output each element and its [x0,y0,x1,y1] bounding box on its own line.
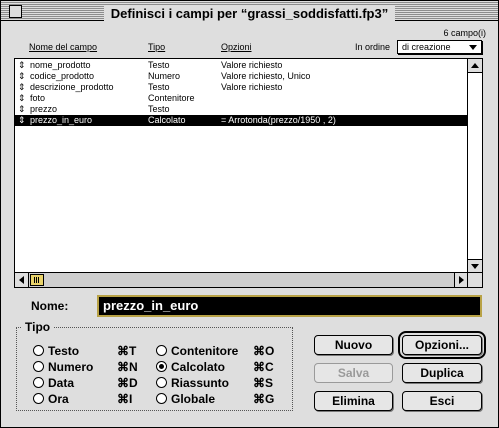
field-row[interactable]: ⇕ foto Contenitore [15,93,468,104]
field-options-cell: = Arrotonda(prezzo/1950 , 2) [221,115,336,125]
field-name-cell: prezzo_in_euro [30,115,93,125]
scroll-right-arrow[interactable] [454,273,468,287]
drag-handle-icon[interactable]: ⇕ [18,60,26,71]
exit-button[interactable]: Esci [402,391,482,411]
field-name-cell: codice_prodotto [30,71,95,81]
radio-button-selected-icon [156,361,167,372]
field-type-cell: Testo [148,82,170,92]
field-list[interactable]: ⇕ nome_prodotto Testo Valore richiesto ⇕ codi… [14,58,483,288]
scroll-thumb[interactable] [30,274,44,286]
field-name-cell: descrizione_prodotto [30,82,114,92]
sort-order-select[interactable]: di creazione [397,40,482,54]
drag-handle-icon[interactable]: ⇕ [18,104,26,115]
column-header-options[interactable]: Opzioni [221,42,252,52]
delete-button[interactable]: Elimina [314,391,393,411]
field-row[interactable]: ⇕ codice_prodotto Numero Valore richiesto, … [15,71,468,82]
field-type-cell: Contenitore [148,93,195,103]
field-name-cell: nome_prodotto [30,60,91,70]
radio-button-icon [33,361,44,372]
vertical-scrollbar[interactable] [467,59,482,273]
field-options-cell: Valore richiesto, Unico [221,71,311,81]
field-name-input[interactable]: prezzo_in_euro [97,295,482,317]
scroll-corner [467,272,482,287]
type-group-label: Tipo [22,320,54,334]
sort-label: In ordine [355,42,391,52]
field-name-value: prezzo_in_euro [103,298,199,313]
radio-button-icon [33,393,44,404]
radio-button-icon [33,345,44,356]
scroll-down-arrow[interactable] [468,259,482,273]
drag-handle-icon[interactable]: ⇕ [18,82,26,93]
window-title: Definisci i campi per “grassi_soddisfatt… [1,3,498,22]
field-row[interactable]: ⇕ nome_prodotto Testo Valore richiesto [15,60,468,71]
new-button[interactable]: Nuovo [314,335,393,355]
title-bar[interactable]: Definisci i campi per “grassi_soddisfatt… [1,1,498,21]
field-options-cell: Valore richiesto [221,82,283,92]
drag-handle-icon[interactable]: ⇕ [18,93,26,104]
field-rows: ⇕ nome_prodotto Testo Valore richiesto ⇕ codi… [15,60,468,126]
arrow-up-icon [471,63,479,68]
field-name-cell: prezzo [30,104,58,114]
radio-button-icon [33,377,44,388]
arrow-right-icon [459,276,464,284]
column-header-name[interactable]: Nome del campo [29,42,97,52]
drag-handle-icon[interactable]: ⇕ [18,115,26,126]
arrow-left-icon [19,276,24,284]
save-button[interactable]: Salva [314,363,393,383]
field-count: 6 campo(i) [443,28,486,38]
field-row[interactable]: ⇕ prezzo_in_euro Calcolato = Arrotonda(prez… [15,115,468,126]
field-type-cell: Numero [148,71,181,81]
sort-order-value: di creazione [402,42,451,52]
field-row[interactable]: ⇕ prezzo Testo [15,104,468,115]
column-header-type[interactable]: Tipo [148,42,165,52]
field-type-cell: Calcolato [148,115,186,125]
field-type-cell: Testo [148,104,170,114]
chevron-down-icon [469,45,477,50]
options-button[interactable]: Opzioni... [398,331,486,359]
duplicate-button[interactable]: Duplica [402,363,482,383]
field-name-cell: foto [30,93,46,103]
field-row[interactable]: ⇕ descrizione_prodotto Testo Valore richies… [15,82,468,93]
horizontal-scrollbar[interactable] [15,272,468,287]
field-options-cell: Valore richiesto [221,60,283,70]
name-label: Nome: [31,299,69,313]
define-fields-dialog: Definisci i campi per “grassi_soddisfatt… [0,0,499,428]
radio-button-icon [156,377,167,388]
arrow-down-icon [471,264,479,269]
field-type-cell: Testo [148,60,170,70]
drag-handle-icon[interactable]: ⇕ [18,71,26,82]
radio-button-icon [156,345,167,356]
scroll-up-arrow[interactable] [468,59,482,73]
radio-button-icon [156,393,167,404]
scroll-left-arrow[interactable] [15,273,29,287]
